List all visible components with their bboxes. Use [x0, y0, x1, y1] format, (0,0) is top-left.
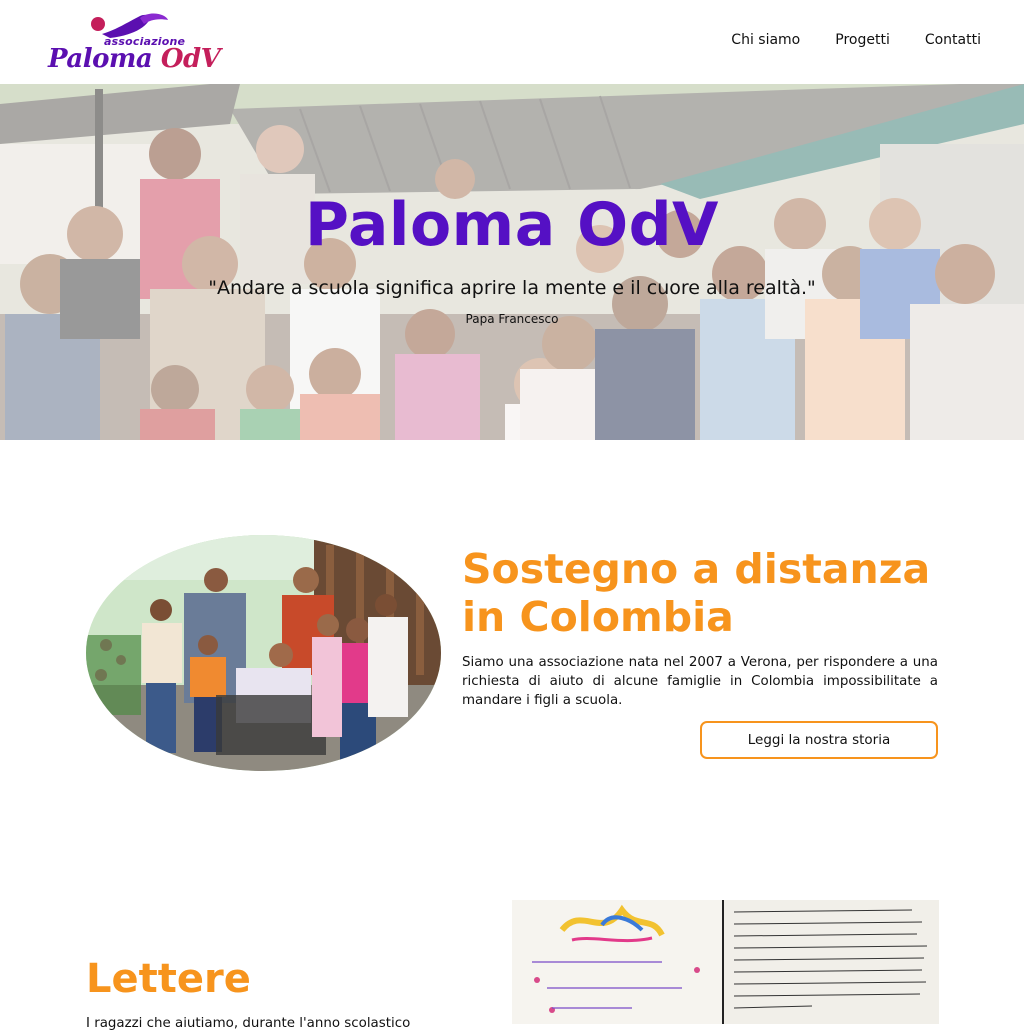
sostegno-description: Siamo una associazione nata nel 2007 a V…	[462, 655, 938, 708]
hero-quote-author: Papa Francesco	[465, 312, 559, 326]
site-header: associazione Paloma OdV Chi siamo Proget…	[0, 0, 1024, 84]
hero-banner: Paloma OdV "Andare a scuola significa ap…	[0, 84, 1024, 440]
nav-link-progetti[interactable]: Progetti	[835, 32, 890, 48]
sostegno-title: Sostegno a distanza in Colombia	[462, 545, 931, 641]
nav-link-contatti[interactable]: Contatti	[925, 32, 981, 48]
main-nav: Chi siamo Progetti Contatti	[731, 32, 981, 48]
sostegno-family-photo	[86, 535, 441, 771]
hero-overlay	[0, 84, 1024, 440]
logo-wordmark: Paloma OdV	[48, 44, 221, 74]
site-logo[interactable]: associazione Paloma OdV	[46, 12, 221, 74]
nav-link-chi-siamo[interactable]: Chi siamo	[731, 32, 800, 48]
hero-title: Paloma OdV	[305, 190, 719, 260]
read-our-story-button[interactable]: Leggi la nostra storia	[700, 721, 938, 759]
letter-scan	[512, 900, 939, 1024]
logo-word-paloma: Paloma	[48, 44, 153, 74]
hero-quote: "Andare a scuola significa aprire la men…	[208, 277, 816, 299]
family-photo-image	[86, 535, 441, 771]
logo-word-odv: OdV	[160, 44, 221, 74]
handwritten-letter-image	[512, 900, 939, 1024]
lettere-title: Lettere	[86, 956, 251, 1002]
